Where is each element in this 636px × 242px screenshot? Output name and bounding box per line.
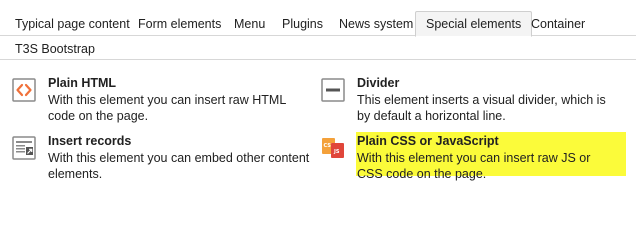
tab-typical-page-content[interactable]: Typical page content [15,11,130,37]
plain-html-description: With this element you can insert raw HTM… [48,93,286,123]
insert-records-description: With this element you can embed other co… [48,151,310,181]
plain-css-js-description: With this element you can insert raw JS … [357,151,591,181]
tab-news-system[interactable]: News system [339,11,413,37]
plain-html-title: Plain HTML [48,76,117,90]
tab-t3s-bootstrap[interactable]: T3S Bootstrap [15,36,95,62]
html-code-icon [12,78,36,102]
plain-css-js-title: Plain CSS or JavaScript [357,134,499,148]
divider-item[interactable]: Divider This element inserts a visual di… [321,76,621,123]
divider-title: Divider [357,76,400,90]
insert-records-icon [12,136,36,160]
insert-records-item[interactable]: Insert records With this element you can… [12,134,312,181]
insert-records-title: Insert records [48,134,132,148]
plain-html-item[interactable]: Plain HTML With this element you can ins… [12,76,312,123]
divider-icon [321,78,345,102]
tab-container[interactable]: Container [531,11,585,37]
tab-form-elements[interactable]: Form elements [138,11,221,37]
divider-description: This element inserts a visual divider, w… [357,93,606,123]
plain-css-js-item[interactable]: CSS JS Plain CSS or JavaScript With this… [321,134,621,181]
tab-special-elements[interactable]: Special elements [415,11,533,37]
css-js-icon: CSS JS [321,136,345,160]
tab-plugins[interactable]: Plugins [282,11,323,37]
tab-menu[interactable]: Menu [234,11,265,37]
svg-text:JS: JS [333,149,340,155]
tab-bar: Typical page content Form elements Menu … [0,0,636,60]
